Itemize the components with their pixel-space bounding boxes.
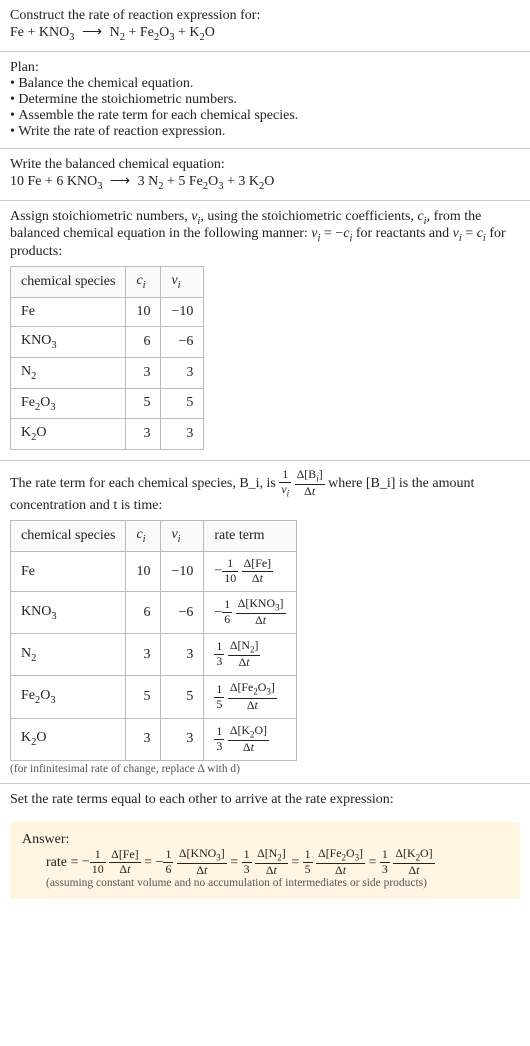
cell-species: N2	[11, 357, 126, 388]
cell-ci: 6	[126, 326, 161, 357]
plan-heading: Plan:	[10, 60, 520, 76]
col-ci: ci	[126, 521, 161, 552]
stoich-section: Assign stoichiometric numbers, νi, using…	[0, 201, 530, 461]
cell-nui: 5	[161, 388, 204, 419]
cell-rateterm: −16 Δ[KNO3]Δt	[204, 591, 296, 633]
cell-rateterm: −110 Δ[Fe]Δt	[204, 552, 296, 592]
cell-species: KNO3	[11, 326, 126, 357]
cell-rateterm: 15 Δ[Fe2O3]Δt	[204, 676, 296, 718]
sign: −	[156, 855, 164, 870]
product-k2o: K2O	[189, 25, 215, 40]
cell-rateterm: 13 Δ[K2O]Δt	[204, 718, 296, 760]
cell-ci: 10	[126, 297, 161, 326]
balanced-heading: Write the balanced chemical equation:	[10, 157, 520, 173]
cell-species: Fe2O3	[11, 388, 126, 419]
balanced-section: Write the balanced chemical equation: 10…	[0, 149, 530, 200]
cell-nui: 3	[161, 718, 204, 760]
cell-species: Fe	[11, 297, 126, 326]
cell-ci: 3	[126, 718, 161, 760]
sign: −	[82, 855, 90, 870]
cell-nui: 3	[161, 634, 204, 676]
product-fe2o3: Fe2O3	[140, 25, 175, 40]
table-row: N233	[11, 357, 204, 388]
balanced-equation: 10 Fe + 6 KNO3 ⟶ 3 N2 + 5 Fe2O3 + 3 K2O	[10, 173, 520, 192]
table-row: KNO3 6 −6 −16 Δ[KNO3]Δt	[11, 591, 297, 633]
cell-rateterm: 13 Δ[N2]Δt	[204, 634, 296, 676]
plan-item: Assemble the rate term for each chemical…	[10, 108, 520, 124]
cell-nui: −10	[161, 552, 204, 592]
rate-prefix: rate =	[46, 855, 82, 870]
cell-species: K2O	[11, 419, 126, 450]
col-nui: νi	[161, 521, 204, 552]
final-heading: Set the rate terms equal to each other t…	[10, 792, 520, 808]
rateterm-table: chemical species ci νi rate term Fe 10 −…	[10, 520, 297, 760]
plan-item: Write the rate of reaction expression.	[10, 124, 520, 140]
cell-nui: −6	[161, 326, 204, 357]
table-row: Fe2O355	[11, 388, 204, 419]
cell-nui: 3	[161, 357, 204, 388]
col-species: chemical species	[11, 521, 126, 552]
answer-box: Answer: rate = −110 Δ[Fe]Δt = −16 Δ[KNO3…	[10, 822, 520, 899]
reactant-fe: Fe	[10, 25, 24, 40]
table-row: K2O 3 3 13 Δ[K2O]Δt	[11, 718, 297, 760]
cell-species: KNO3	[11, 591, 126, 633]
table-row: N2 3 3 13 Δ[N2]Δt	[11, 634, 297, 676]
col-rateterm: rate term	[204, 521, 296, 552]
cell-ci: 5	[126, 388, 161, 419]
rateterm-section: The rate term for each chemical species,…	[0, 461, 530, 783]
cell-ci: 10	[126, 552, 161, 592]
plan-item: Balance the chemical equation.	[10, 76, 520, 92]
table-header-row: chemical species ci νi rate term	[11, 521, 297, 552]
arrow-icon: ⟶	[78, 25, 106, 40]
cell-species: Fe2O3	[11, 676, 126, 718]
col-nui: νi	[161, 267, 204, 298]
sign: −	[214, 605, 222, 620]
plan-item: Determine the stoichiometric numbers.	[10, 92, 520, 108]
plan-section: Plan: Balance the chemical equation. Det…	[0, 52, 530, 148]
reactant-kno3: KNO3	[39, 25, 75, 40]
product-n2: N2	[110, 25, 125, 40]
plan-list: Balance the chemical equation. Determine…	[10, 76, 520, 140]
cell-nui: 5	[161, 676, 204, 718]
rateterm-note: (for infinitesimal rate of change, repla…	[10, 763, 520, 775]
col-species: chemical species	[11, 267, 126, 298]
cell-ci: 3	[126, 634, 161, 676]
sign: −	[214, 564, 222, 579]
answer-assumption: (assuming constant volume and no accumul…	[22, 877, 508, 889]
final-section: Set the rate terms equal to each other t…	[0, 784, 530, 816]
prompt-section: Construct the rate of reaction expressio…	[0, 0, 530, 51]
table-row: Fe 10 −10 −110 Δ[Fe]Δt	[11, 552, 297, 592]
frac-dBi-dt: Δ[Bi]Δt	[295, 469, 325, 498]
table-row: KNO36−6	[11, 326, 204, 357]
cell-nui: −10	[161, 297, 204, 326]
cell-species: Fe	[11, 552, 126, 592]
answer-expression: rate = −110 Δ[Fe]Δt = −16 Δ[KNO3]Δt = 13…	[22, 848, 508, 877]
table-row: Fe10−10	[11, 297, 204, 326]
table-row: K2O33	[11, 419, 204, 450]
rateterm-intro: The rate term for each chemical species,…	[10, 469, 520, 514]
table-header-row: chemical species ci νi	[11, 267, 204, 298]
arrow-icon: ⟶	[106, 174, 134, 189]
prompt-equation: Fe + KNO3 ⟶ N2 + Fe2O3 + K2O	[10, 24, 520, 43]
cell-species: N2	[11, 634, 126, 676]
stoich-intro: Assign stoichiometric numbers, νi, using…	[10, 209, 520, 261]
rateterm-intro-pre: The rate term for each chemical species,…	[10, 476, 279, 491]
frac-one-over-nu: 1νi	[279, 469, 291, 498]
cell-nui: −6	[161, 591, 204, 633]
cell-ci: 3	[126, 419, 161, 450]
col-ci: ci	[126, 267, 161, 298]
cell-ci: 6	[126, 591, 161, 633]
cell-nui: 3	[161, 419, 204, 450]
cell-ci: 3	[126, 357, 161, 388]
stoich-table: chemical species ci νi Fe10−10 KNO36−6 N…	[10, 266, 204, 450]
table-row: Fe2O3 5 5 15 Δ[Fe2O3]Δt	[11, 676, 297, 718]
cell-species: K2O	[11, 718, 126, 760]
prompt-line: Construct the rate of reaction expressio…	[10, 8, 520, 24]
cell-ci: 5	[126, 676, 161, 718]
